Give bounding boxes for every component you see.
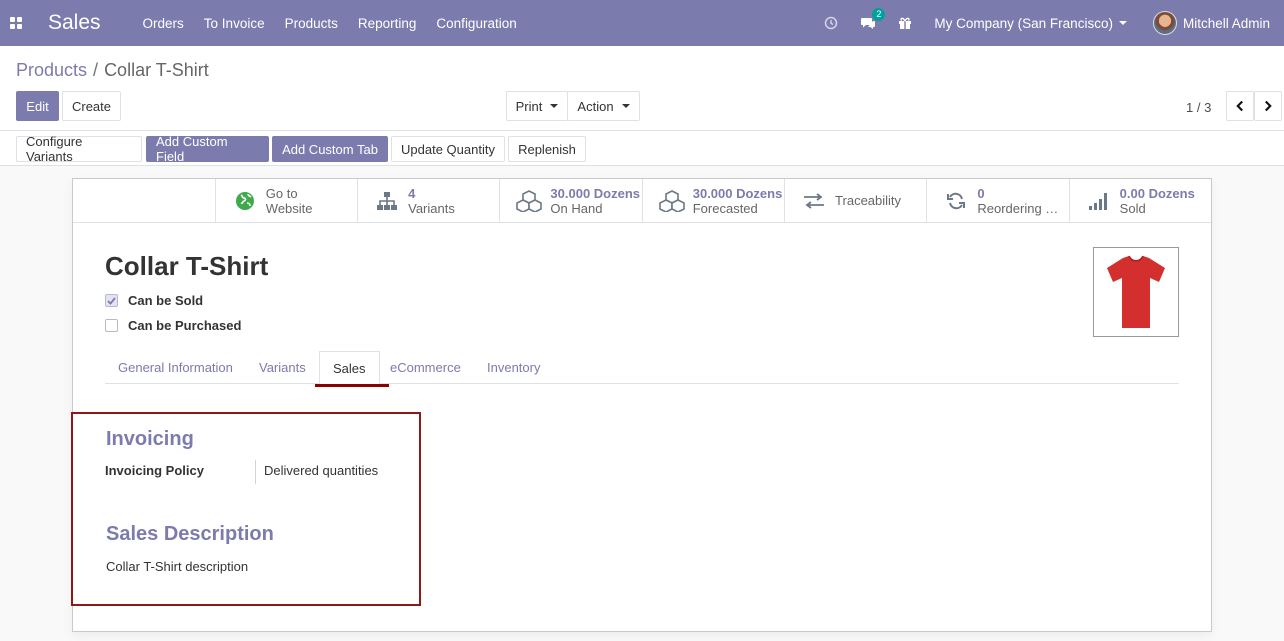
print-label: Print [515,98,543,114]
sales-description-title: Sales Description [106,523,274,545]
gift-icon[interactable] [898,16,912,30]
menu-products[interactable]: Products [285,16,338,31]
field-separator [255,460,256,484]
configure-variants-button[interactable]: Configure Variants [16,134,142,164]
tab-inventory[interactable]: Inventory [474,351,553,384]
app-name[interactable]: Sales [48,11,101,35]
on-hand-value: 30.000 Dozens [550,185,641,201]
forecasted-value: 30.000 Dozens [692,185,783,201]
can-be-purchased-row: Can be Purchased [105,318,241,333]
forecasted-smart-button[interactable]: 30.000 Dozens Forecasted [641,179,784,222]
sitemap-icon [374,191,400,211]
refresh-icon [943,191,969,211]
main-menu: Orders To Invoice Products Reporting Con… [143,16,517,31]
tab-general-information[interactable]: General Information [105,351,246,384]
action-button[interactable]: Action [567,91,640,121]
navbar-right: 2 My Company (San Francisco) Mitchell Ad… [824,0,1284,46]
on-hand-smart-button[interactable]: 30.000 Dozens On Hand [499,179,641,222]
signal-icon [1086,192,1112,210]
on-hand-label: On Hand [550,200,603,216]
print-button[interactable]: Print [506,91,568,121]
can-be-sold-checkbox[interactable] [105,294,118,307]
traceability-label: Traceability [835,193,902,208]
divider [0,130,1284,131]
add-custom-field-button[interactable]: Add Custom Field [146,134,269,164]
user-menu[interactable]: Mitchell Admin [1152,11,1270,35]
update-quantity-button[interactable]: Update Quantity [391,136,505,162]
reordering-value: 0 [977,185,985,201]
sold-label: Sold [1119,200,1146,216]
chevron-left-icon [1236,100,1243,112]
smart-buttons: Go to Website 4 Variants 30.000 Dozens O… [73,179,1211,223]
top-navbar: Sales Orders To Invoice Products Reporti… [0,0,1284,46]
variants-label: Variants [408,200,455,216]
form-tabs: General Information Variants Sales eComm… [105,351,1179,385]
reordering-smart-button[interactable]: 0 Reordering Rules [926,179,1068,222]
can-be-sold-label: Can be Sold [128,293,204,308]
variants-smart-button[interactable]: 4 Variants [357,179,499,222]
go-to-website-button[interactable]: Go to Website [214,179,357,222]
pager-value[interactable]: 1 / 3 [1186,100,1211,115]
website-line2: Website [265,200,313,216]
menu-configuration[interactable]: Configuration [436,16,516,31]
activity-clock-icon[interactable] [824,16,838,30]
variants-count: 4 [408,185,416,201]
can-be-purchased-checkbox[interactable] [105,319,118,332]
avatar [1152,11,1177,35]
active-tab-underline [315,384,389,387]
pager-next-button[interactable] [1254,91,1282,121]
can-be-purchased-label: Can be Purchased [128,318,242,333]
messages-icon[interactable]: 2 [860,8,886,30]
breadcrumb-separator: / [93,60,99,80]
cubes-icon [658,189,685,212]
pager-previous-button[interactable] [1226,91,1254,121]
breadcrumb-products[interactable]: Products [16,60,87,81]
menu-reporting[interactable]: Reporting [358,16,417,31]
invoicing-title: Invoicing [106,428,194,450]
tab-ecommerce[interactable]: eCommerce [377,351,474,384]
breadcrumb-current: Collar T-Shirt [104,60,209,80]
traceability-smart-button[interactable]: Traceability [784,179,926,222]
tshirt-image [1107,255,1165,328]
form-sheet: Go to Website 4 Variants 30.000 Dozens O… [71,178,1212,632]
product-image[interactable] [1093,247,1179,337]
chevron-down-icon [550,104,559,108]
menu-to-invoice[interactable]: To Invoice [204,16,265,31]
check-icon [107,296,116,305]
website-line1: Go to [265,185,298,201]
chevron-down-icon [1118,21,1127,25]
apps-grid-icon [10,17,22,29]
replenish-button[interactable]: Replenish [508,136,586,162]
breadcrumb: Products / Collar T-Shirt [16,60,209,81]
sold-smart-button[interactable]: 0.00 Dozens Sold [1068,179,1211,222]
add-custom-tab-button[interactable]: Add Custom Tab [272,136,388,162]
chevron-right-icon [1265,100,1272,112]
can-be-sold-row: Can be Sold [105,293,203,308]
user-name: Mitchell Admin [1182,15,1270,31]
edit-button[interactable]: Edit [16,91,59,121]
create-button[interactable]: Create [62,91,121,121]
chevron-down-icon [621,104,630,108]
control-panel: Products / Collar T-Shirt Edit Create Pr… [0,46,1284,166]
sales-description[interactable]: Collar T-Shirt description [106,559,248,574]
globe-icon [232,191,258,211]
company-name: My Company (San Francisco) [934,15,1113,31]
forecasted-label: Forecasted [692,200,758,216]
sold-value: 0.00 Dozens [1119,185,1195,201]
company-switcher[interactable]: My Company (San Francisco) [934,16,1127,31]
invoicing-policy-value[interactable]: Delivered quantities [264,463,378,478]
action-label: Action [577,98,614,114]
reordering-label: Reordering Rules [977,200,1067,216]
menu-orders[interactable]: Orders [143,16,184,31]
exchange-icon [801,192,827,209]
apps-menu-button[interactable] [0,0,32,46]
tab-sales[interactable]: Sales [319,351,380,385]
messages-badge: 2 [872,8,886,21]
cubes-icon [516,189,543,212]
invoicing-policy-label: Invoicing Policy [105,463,204,478]
tab-variants[interactable]: Variants [246,351,319,384]
product-name[interactable]: Collar T-Shirt [105,251,268,282]
